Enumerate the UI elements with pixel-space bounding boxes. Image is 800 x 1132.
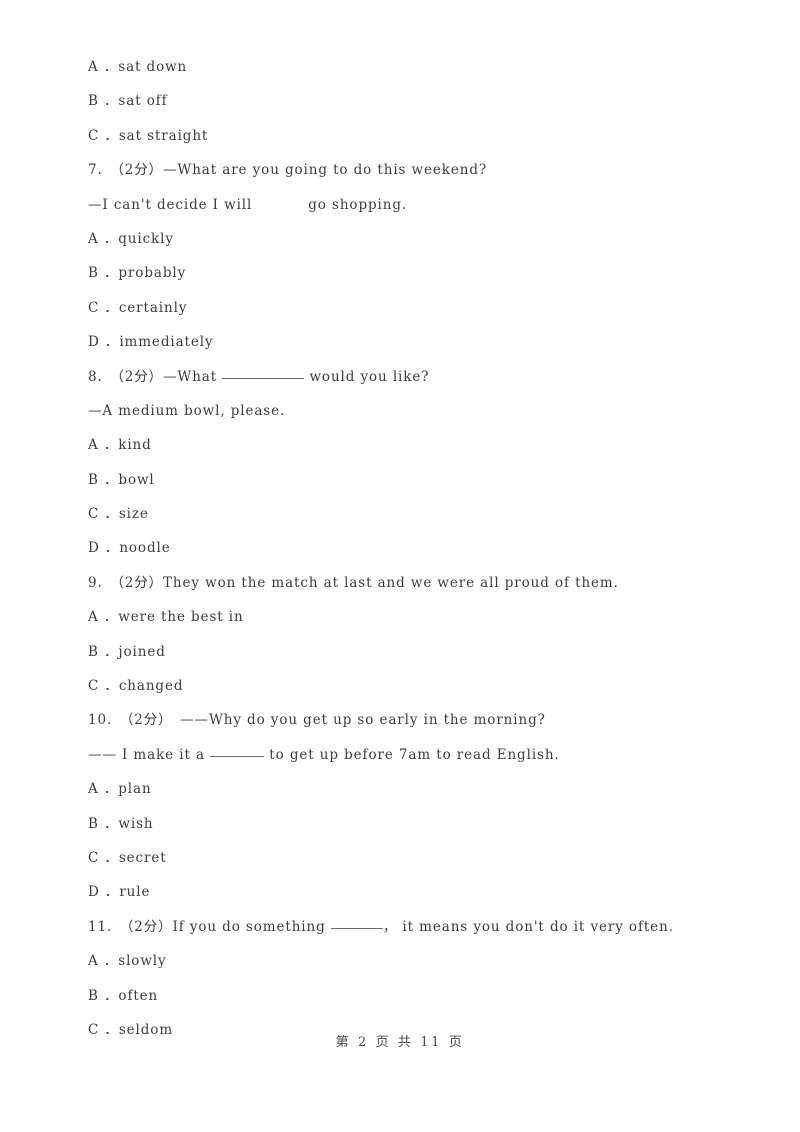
exam-page: A ．sat down B ．sat off C ．sat straight 7… [0, 0, 800, 1132]
option-item-7-d[interactable]: D ．immediately [88, 325, 728, 359]
option-item-9-c[interactable]: C ．changed [88, 669, 728, 703]
option-item-9-a[interactable]: A ．were the best in [88, 600, 728, 634]
option-item-7-b[interactable]: B ．probably [88, 256, 728, 290]
stem-text-post: would you like? [304, 368, 430, 385]
question-stem-11: 11. （2分）If you do something ， it means y… [88, 910, 728, 944]
option-item-8-b[interactable]: B ．bowl [88, 463, 728, 497]
option-item-11-a[interactable]: A ．slowly [88, 944, 728, 978]
option-item-8-d[interactable]: D ．noodle [88, 531, 728, 565]
option-item[interactable]: A ．sat down [88, 50, 728, 84]
question-stem-7-line2: —I can't decide I will go shopping. [88, 188, 728, 222]
option-item[interactable]: C ．sat straight [88, 119, 728, 153]
stem-text-post: go shopping. [308, 196, 408, 213]
option-item-10-a[interactable]: A ．plan [88, 772, 728, 806]
answer-blank-8[interactable] [222, 367, 305, 379]
option-item-9-b[interactable]: B ．joined [88, 635, 728, 669]
question-list: A ．sat down B ．sat off C ．sat straight 7… [88, 50, 728, 1047]
stem-text-post: ， it means you don't do it very often. [382, 918, 674, 935]
stem-text-pre: —I can't decide I will [88, 196, 253, 213]
question-stem-10: 10. （2分） ——Why do you get up so early in… [88, 712, 546, 729]
option-item[interactable]: B ．sat off [88, 84, 728, 118]
option-item-8-a[interactable]: A ．kind [88, 428, 728, 462]
option-item-8-c[interactable]: C ．size [88, 497, 728, 531]
option-item-10-b[interactable]: B ．wish [88, 807, 728, 841]
question-stem-7: 7. （2分）—What are you going to do this we… [88, 162, 488, 179]
option-item-7-c[interactable]: C ．certainly [88, 291, 728, 325]
answer-blank-10[interactable] [210, 745, 265, 757]
option-item-7-a[interactable]: A ．quickly [88, 222, 728, 256]
answer-blank-11[interactable] [330, 917, 383, 929]
question-stem-10-line2: —— I make it a to get up before 7am to r… [88, 738, 728, 772]
option-item-10-c[interactable]: C ．secret [88, 841, 728, 875]
option-item-11-b[interactable]: B ．often [88, 979, 728, 1013]
page-footer: 第 2 页 共 11 页 [335, 1035, 465, 1050]
stem-text-pre: 11. （2分）If you do something [88, 918, 331, 935]
stem-text-post: to get up before 7am to read English. [264, 746, 560, 763]
option-item-10-d[interactable]: D ．rule [88, 875, 728, 909]
stem-text-pre: 8. （2分）—What [88, 368, 223, 385]
question-stem-8-line2: —A medium bowl, please. [88, 402, 286, 419]
question-stem-8: 8. （2分）—What would you like? [88, 360, 728, 394]
stem-text-pre: —— I make it a [88, 746, 211, 763]
question-stem-9: 9. （2分）They won the match at last and we… [88, 574, 619, 591]
